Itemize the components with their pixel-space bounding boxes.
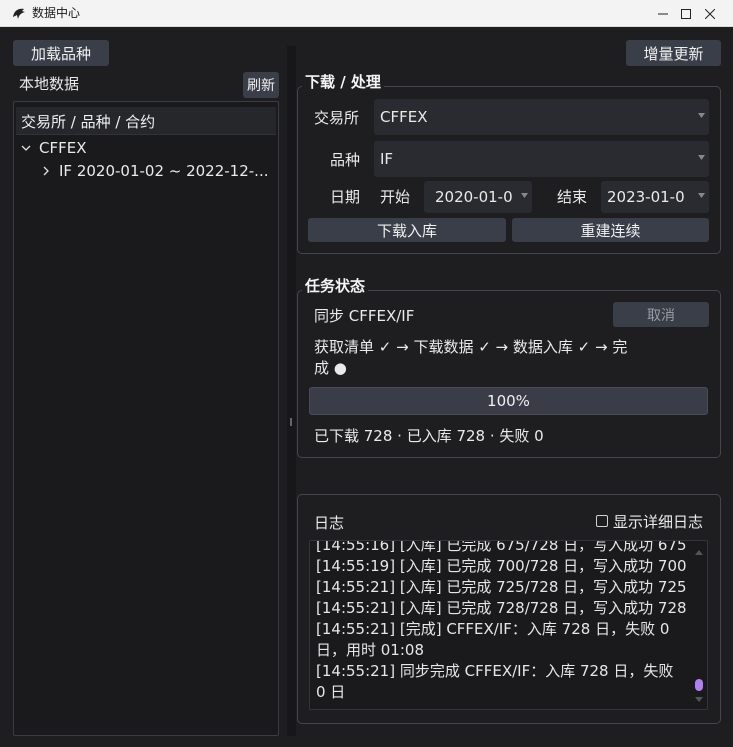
chevron-down-icon[interactable] — [21, 143, 31, 153]
rebuild-continuous-button[interactable]: 重建连续 — [512, 218, 709, 242]
start-label: 开始 — [380, 188, 411, 206]
panel-splitter[interactable] — [287, 46, 296, 736]
end-label: 结束 — [557, 188, 588, 206]
product-value: IF — [380, 150, 394, 168]
tree-node-cffex[interactable]: CFFEX — [16, 137, 276, 159]
start-date-picker[interactable]: 2020-01-0 — [424, 181, 532, 213]
log-line: [14:55:19] [入库] 已完成 700/728 日，写入成功 700 — [316, 557, 687, 575]
log-line: [14:55:21] 同步完成 CFFEX/IF：入库 728 日，失败 — [316, 662, 674, 680]
end-date-picker[interactable]: 2023-01-0 — [601, 181, 709, 213]
date-label: 日期 — [330, 188, 361, 206]
title-bar: 数据中心 — [0, 0, 733, 27]
product-select[interactable]: IF — [374, 141, 709, 177]
download-import-button[interactable]: 下载入库 — [308, 218, 506, 242]
log-line: [14:55:21] [入库] 已完成 728/728 日，写入成功 728 — [316, 599, 687, 617]
exchange-label: 交易所 — [314, 109, 360, 127]
cancel-button[interactable]: 取消 — [613, 302, 709, 327]
task-summary: 已下载 728 · 已入库 728 · 失败 0 — [314, 427, 544, 445]
log-title: 日志 — [314, 514, 345, 532]
incremental-update-button[interactable]: 增量更新 — [626, 40, 721, 66]
task-group-title: 任务状态 — [302, 276, 369, 296]
local-data-tree — [13, 101, 279, 736]
log-lines: [14:55:16] [入库] 已完成 675/728 日，写入成功 675 [… — [316, 540, 694, 703]
tree-node-if[interactable]: IF 2020-01-02 ~ 2022-12-... — [16, 160, 276, 182]
close-button[interactable] — [687, 0, 733, 27]
task-progress-bar: 100% — [309, 387, 708, 415]
refresh-button[interactable]: 刷新 — [243, 72, 279, 98]
download-group-title: 下载 / 处理 — [302, 72, 384, 92]
log-scrollbar[interactable] — [693, 545, 705, 707]
log-line: 0 日 — [316, 683, 346, 701]
splitter-handle — [290, 418, 292, 426]
log-line: 日，用时 01:08 — [316, 641, 424, 659]
progress-text: 100% — [487, 392, 530, 410]
log-line: [14:55:21] [入库] 已完成 725/728 日，写入成功 725 — [316, 578, 687, 596]
tree-node-label: IF 2020-01-02 ~ 2022-12-... — [59, 162, 269, 180]
end-date-value: 2023-01-0 — [607, 188, 685, 206]
product-label: 品种 — [330, 151, 361, 169]
dropdown-arrow-icon — [698, 193, 705, 198]
dropdown-arrow-icon — [521, 193, 528, 198]
log-output[interactable]: [14:55:16] [入库] 已完成 675/728 日，写入成功 675 [… — [309, 540, 708, 710]
verbose-log-checkbox[interactable] — [596, 515, 608, 527]
app-logo-icon — [13, 8, 25, 19]
tree-header-label: 交易所 / 品种 / 合约 — [21, 113, 156, 131]
dropdown-arrow-icon — [698, 113, 705, 118]
tree-column-header[interactable]: 交易所 / 品种 / 合约 — [16, 107, 276, 135]
start-date-value: 2020-01-0 — [435, 188, 513, 206]
local-data-title: 本地数据 — [19, 75, 80, 93]
sync-status-text: 同步 CFFEX/IF — [314, 307, 415, 325]
steps-line-2: 成 ● — [314, 359, 347, 377]
verbose-log-label[interactable]: 显示详细日志 — [613, 512, 703, 532]
log-line: [14:55:16] [入库] 已完成 675/728 日，写入成功 675 — [316, 540, 687, 554]
close-icon — [705, 8, 715, 19]
load-product-button[interactable]: 加载品种 — [13, 40, 109, 66]
exchange-value: CFFEX — [380, 108, 428, 126]
steps-line-1: 获取清单 ✓ → 下载数据 ✓ → 数据入库 ✓ → 完 — [314, 338, 628, 356]
exchange-select[interactable]: CFFEX — [374, 99, 709, 135]
chevron-right-icon[interactable] — [41, 166, 51, 176]
dropdown-arrow-icon — [698, 155, 705, 160]
tree-node-label: CFFEX — [39, 139, 87, 157]
log-line: [14:55:21] [完成] CFFEX/IF：入库 728 日，失败 0 — [316, 620, 670, 638]
window-title: 数据中心 — [32, 6, 81, 20]
